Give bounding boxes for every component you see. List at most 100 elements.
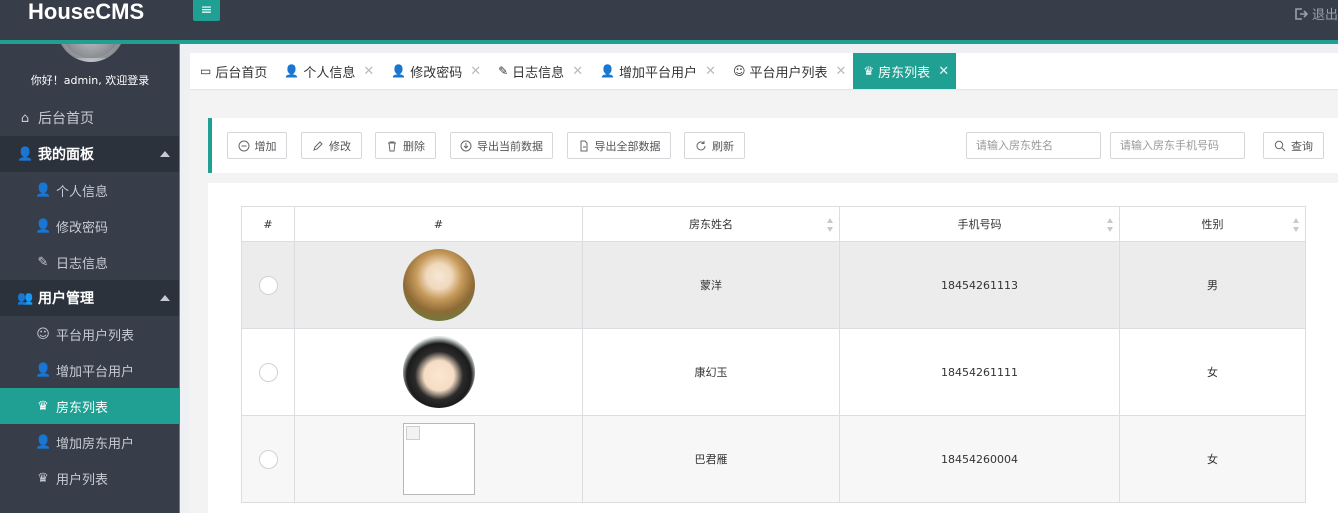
sidebar-item-label: 日志信息	[56, 256, 109, 272]
menu-toggle-button[interactable]: ≡	[193, 0, 220, 21]
name-cell: 巴君雁	[582, 415, 840, 503]
add-button[interactable]: 增加	[227, 132, 287, 159]
trash-icon	[388, 141, 396, 151]
sort-icon[interactable]	[827, 218, 833, 232]
row-radio[interactable]	[258, 362, 278, 382]
phone-cell: 18454260004	[839, 415, 1120, 503]
logout-icon	[1295, 7, 1308, 20]
users-icon: 👥	[17, 290, 34, 306]
tab-bar: ▭ 后台首页 👤 个人信息 ✕ 👤 修改密码 ✕ ✎ 日志信息 ✕ 👤 增加平台用户 ✕ ☺ 平台用户列表 ✕ ♛…	[190, 53, 1338, 90]
close-icon[interactable]: ✕	[705, 64, 716, 79]
sidebar-item[interactable]: ⌂ 后台首页	[0, 100, 179, 136]
file-export-icon	[580, 140, 587, 151]
gender-cell: 女	[1119, 415, 1306, 503]
sidebar-nav: ⌂ 后台首页 👤 我的面板 👤 个人信息 👤 修改密码 ✎ 日志信息 👥 用户管理 ☺ 平台用户列表 👤 增加…	[0, 100, 179, 496]
user-lock-icon: 👤	[35, 218, 52, 234]
tab[interactable]: ♛ 房东列表 ✕	[853, 53, 957, 89]
sidebar-item[interactable]: ♛ 用户列表	[0, 460, 179, 496]
plus-circle-icon	[238, 140, 249, 151]
user-lock-icon: 👤	[391, 64, 407, 78]
sidebar-item[interactable]: ✎ 日志信息	[0, 244, 179, 280]
sidebar-item[interactable]: 👤 增加平台用户	[0, 352, 179, 388]
landlord-phone-input[interactable]: 请输入房东手机号码	[1110, 132, 1245, 159]
phone-cell: 18454261111	[839, 328, 1120, 416]
tab-label: 修改密码	[410, 65, 463, 81]
export-current-label: 导出当前数据	[477, 139, 543, 153]
export-all-button[interactable]: 导出全部数据	[567, 132, 671, 159]
gender-cell: 男	[1119, 241, 1306, 329]
tab[interactable]: 👤 个人信息 ✕	[274, 53, 381, 89]
table-row[interactable]: 巴君雁 18454260004 女	[241, 415, 1306, 503]
tab[interactable]: 👤 修改密码 ✕	[381, 53, 488, 89]
main-content: 增加 修改 删除 导出当前数据 导出全部数据 刷新 请输入房东姓名 请输入房东手…	[190, 91, 1338, 513]
header-phone[interactable]: 手机号码	[839, 206, 1120, 242]
sidebar-item[interactable]: ☺ 平台用户列表	[0, 316, 179, 352]
welcome-text: 你好！admin, 欢迎登录	[30, 74, 150, 87]
row-select-cell[interactable]	[241, 415, 295, 503]
sidebar-item[interactable]: 👥 用户管理	[0, 280, 179, 316]
user-add-icon: 👤	[35, 362, 52, 378]
sidebar-item[interactable]: 👤 增加房东用户	[0, 424, 179, 460]
close-icon[interactable]: ✕	[836, 64, 847, 79]
sort-icon[interactable]	[1107, 218, 1113, 232]
tab[interactable]: 👤 增加平台用户 ✕	[590, 53, 723, 89]
row-select-cell[interactable]	[241, 241, 295, 329]
tab[interactable]: ✎ 日志信息 ✕	[488, 53, 590, 89]
close-icon[interactable]: ✕	[363, 64, 374, 79]
edit-label: 修改	[329, 139, 351, 153]
sidebar-item[interactable]: ♛ 房东列表	[0, 388, 179, 424]
table-row[interactable]: 蒙洋 18454261113 男	[241, 241, 1306, 329]
sidebar-item[interactable]: 👤 修改密码	[0, 208, 179, 244]
tab-label: 后台首页	[215, 65, 268, 81]
table-row[interactable]: 康幻玉 18454261111 女	[241, 328, 1306, 416]
close-icon[interactable]: ✕	[938, 64, 949, 79]
brand-logo: HouseCMS	[28, 0, 145, 24]
tab[interactable]: ☺ 平台用户列表 ✕	[723, 53, 853, 89]
close-icon[interactable]: ✕	[572, 64, 583, 79]
crown-icon: ♛	[37, 398, 49, 414]
sidebar: 你好！admin, 欢迎登录 ⌂ 后台首页 👤 我的面板 👤 个人信息 👤 修改密码 ✎ 日志信息…	[0, 44, 180, 513]
export-current-button[interactable]: 导出当前数据	[450, 132, 553, 159]
header-select-label: #	[263, 217, 273, 231]
logout-button[interactable]: 退出	[1294, 4, 1338, 23]
table-panel: # # 房东姓名 手机号码 性别 蒙洋 18454261113 男 康幻玉 18…	[208, 183, 1338, 513]
tab[interactable]: ▭ 后台首页	[190, 53, 274, 89]
user-card-icon: 👤	[284, 64, 300, 78]
header-gender-label: 性别	[1201, 218, 1224, 231]
row-radio[interactable]	[258, 449, 278, 469]
home-icon: ⌂	[20, 110, 30, 126]
header-select: #	[241, 206, 295, 242]
sidebar-item-label: 后台首页	[38, 111, 94, 127]
crown-icon: ♛	[863, 64, 875, 78]
logout-label: 退出	[1311, 8, 1338, 23]
sidebar-item[interactable]: 👤 个人信息	[0, 172, 179, 208]
edit-icon: ✎	[498, 64, 509, 78]
download-circle-icon	[460, 140, 472, 151]
top-bar: HouseCMS ≡ 退出	[0, 0, 1338, 40]
search-button[interactable]: 查询	[1263, 132, 1324, 159]
table-header-row: # # 房东姓名 手机号码 性别	[241, 206, 1306, 242]
landlord-name-input[interactable]: 请输入房东姓名	[966, 132, 1101, 159]
avatar-cell	[294, 415, 583, 503]
admin-avatar[interactable]	[57, 44, 125, 62]
crown-icon: ♛	[37, 470, 49, 486]
tab-label: 平台用户列表	[749, 65, 828, 81]
header-phone-label: 手机号码	[957, 218, 1002, 231]
header-avatar-label: #	[433, 217, 444, 231]
sidebar-item[interactable]: 👤 我的面板	[0, 136, 179, 172]
row-radio[interactable]	[258, 275, 278, 295]
close-icon[interactable]: ✕	[470, 64, 481, 79]
refresh-button[interactable]: 刷新	[684, 132, 745, 159]
header-gender[interactable]: 性别	[1119, 206, 1306, 242]
edit-button[interactable]: 修改	[301, 132, 362, 159]
row-select-cell[interactable]	[241, 328, 295, 416]
users-outline-icon: ☺	[36, 326, 50, 342]
delete-label: 删除	[403, 139, 425, 153]
header-name[interactable]: 房东姓名	[582, 206, 840, 242]
header-avatar: #	[294, 206, 583, 242]
refresh-label: 刷新	[712, 139, 734, 153]
delete-button[interactable]: 删除	[375, 132, 436, 159]
sort-icon[interactable]	[1293, 218, 1299, 232]
tab-label: 个人信息	[303, 65, 356, 81]
tab-label: 增加平台用户	[619, 65, 698, 81]
